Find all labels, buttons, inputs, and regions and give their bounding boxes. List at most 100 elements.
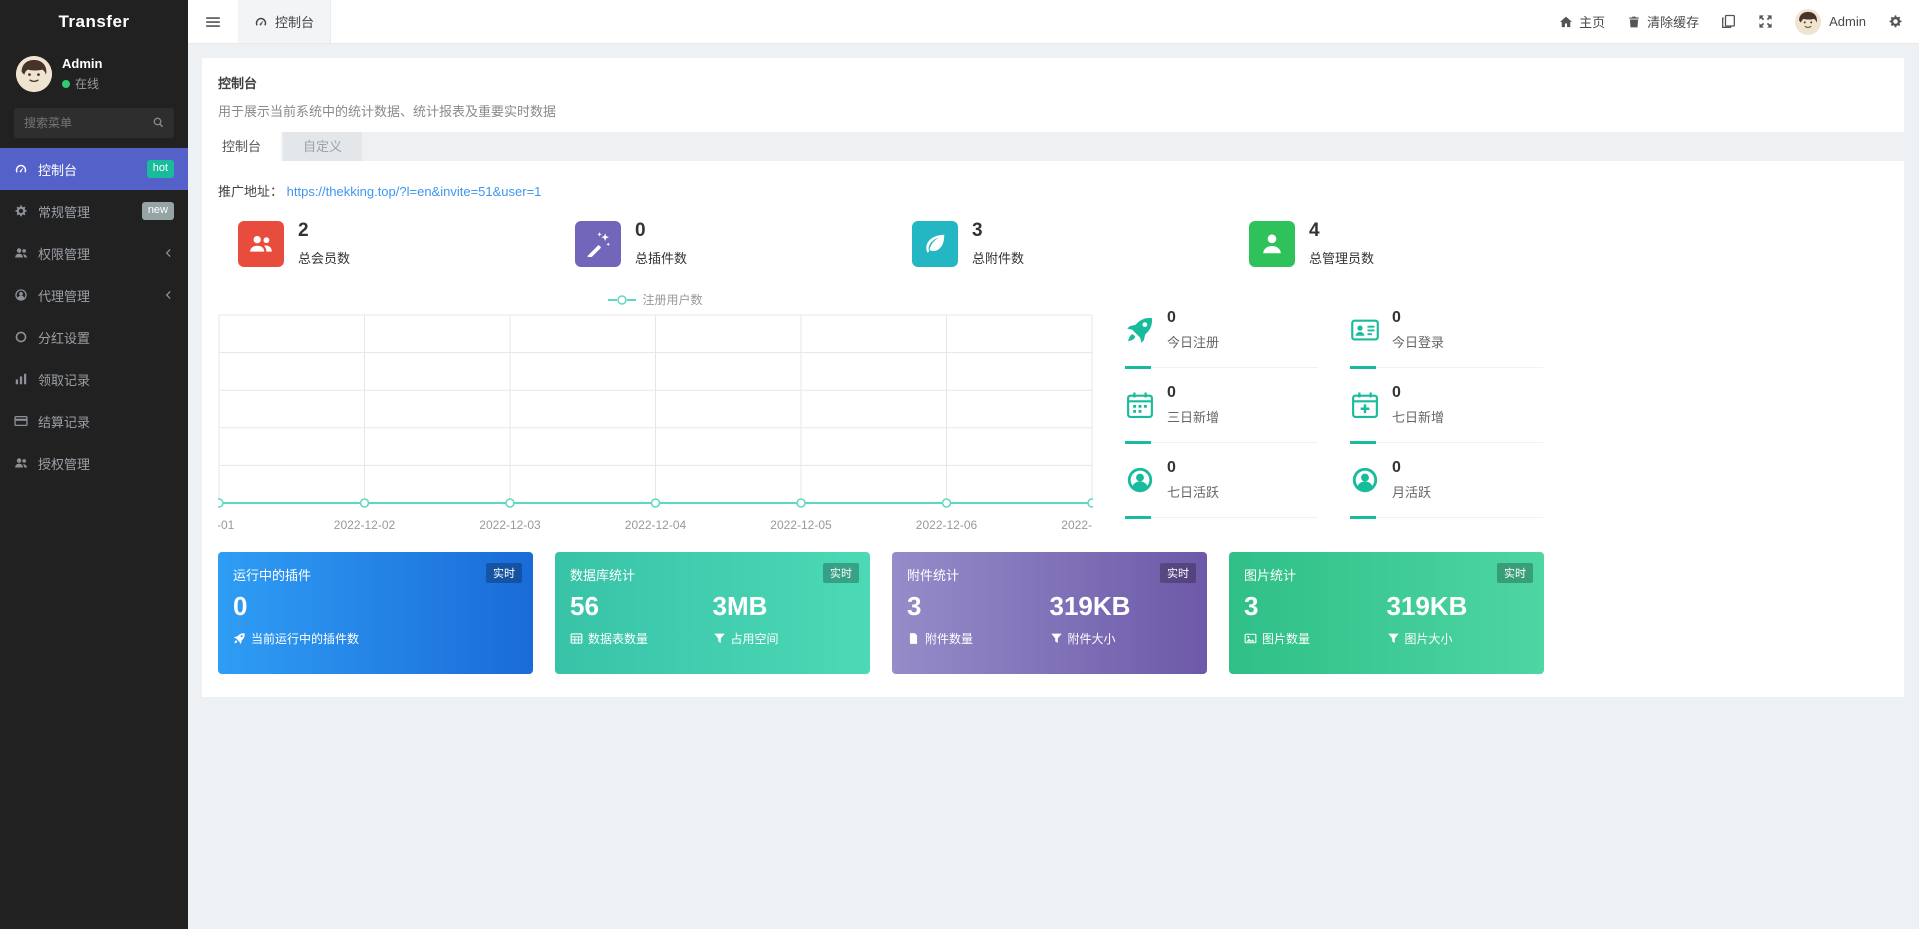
legend-marker-icon <box>608 294 637 305</box>
mini-stat-value: 0 <box>1392 384 1401 401</box>
x-axis-labels: 12-01 2022-12-02 2022-12-03 2022-12-04 2022-… <box>218 518 1093 534</box>
sidebar-item-agent[interactable]: 代理管理 <box>0 274 188 316</box>
card-item-label: 附件大小 <box>1067 631 1116 646</box>
id-card-icon <box>1350 315 1380 345</box>
mini-stat-label: 三日新增 <box>1167 410 1220 425</box>
realtime-badge: 实时 <box>1497 563 1533 583</box>
filter-icon <box>1050 632 1063 645</box>
avatar-image <box>1795 8 1822 35</box>
mini-stat-label: 今日登录 <box>1392 335 1445 350</box>
card-item-label: 图片数量 <box>1262 631 1311 646</box>
sidebar-item-settlement-records[interactable]: 结算记录 <box>0 400 188 442</box>
hamburger-icon <box>205 14 221 30</box>
card-item-label: 当前运行中的插件数 <box>251 631 360 646</box>
sidebar-item-label: 分红设置 <box>38 330 91 346</box>
card-value: 3 <box>907 591 922 621</box>
promo-link[interactable]: https://thekking.top/?l=en&invite=51&use… <box>287 184 542 199</box>
promo-label: 推广地址： <box>218 184 284 199</box>
stat-value: 2 <box>298 220 309 241</box>
x-axis-label: 2022-12-02 <box>333 518 396 532</box>
mini-stat-today-login: 0 今日登录 <box>1350 293 1543 369</box>
stat-value: 3 <box>972 220 983 241</box>
avatar-image <box>16 56 52 92</box>
stat-total-plugins: 0 总插件数 <box>555 220 892 267</box>
sidebar-item-label: 代理管理 <box>38 288 91 304</box>
stat-total-members: 2 总会员数 <box>218 220 555 267</box>
sidebar-item-general[interactable]: 常规管理 new <box>0 190 188 232</box>
promo-row: 推广地址： https://thekking.top/?l=en&invite=… <box>218 181 1888 200</box>
stat-label: 总会员数 <box>298 251 351 266</box>
mini-stat-value: 0 <box>1167 459 1176 476</box>
mini-stat-label: 今日注册 <box>1167 335 1220 350</box>
menu-toggle-button[interactable] <box>188 0 238 43</box>
sidebar-item-permission[interactable]: 权限管理 <box>0 232 188 274</box>
sidebar-item-label: 领取记录 <box>38 372 91 388</box>
stat-value: 0 <box>635 220 646 241</box>
sidebar-user-block[interactable]: Admin 在线 <box>0 44 188 100</box>
sidebar: Transfer Admin 在线 控制台 hot 常规管理 new 权限管理 … <box>0 0 188 929</box>
panel-content: 推广地址： https://thekking.top/?l=en&invite=… <box>202 161 1904 688</box>
card-value: 56 <box>570 591 599 621</box>
chart-legend[interactable]: 注册用户数 <box>218 291 1093 308</box>
copy-page-button[interactable] <box>1721 14 1736 29</box>
clear-cache-button[interactable]: 清除缓存 <box>1627 12 1699 31</box>
hot-badge: hot <box>146 160 174 178</box>
card-title: 附件统计 <box>907 568 960 583</box>
card-title: 图片统计 <box>1244 568 1297 583</box>
stat-label: 总管理员数 <box>1309 251 1375 266</box>
realtime-badge: 实时 <box>486 563 522 583</box>
chevron-left-icon <box>162 247 174 259</box>
x-axis-label: 2022-12-05 <box>770 518 832 532</box>
summary-cards-row: 运行中的插件 实时 0 当前运行中的插件数 数据库统计 实时 56 数据表数量 <box>218 552 1888 674</box>
settings-button[interactable] <box>1888 14 1903 29</box>
sidebar-item-label: 授权管理 <box>38 456 91 472</box>
home-button[interactable]: 主页 <box>1559 12 1605 31</box>
filter-icon <box>1387 632 1400 645</box>
card-value: 319KB <box>1386 591 1468 621</box>
users-icon <box>14 456 28 470</box>
brand-title: Transfer <box>58 12 130 31</box>
card-title: 数据库统计 <box>570 568 636 583</box>
card-value: 0 <box>233 591 248 621</box>
sidebar-item-label: 权限管理 <box>38 246 91 262</box>
fullscreen-button[interactable] <box>1758 14 1773 29</box>
card-item-label: 数据表数量 <box>588 631 649 646</box>
user-circle-icon <box>1125 465 1155 495</box>
registered-users-chart: 注册用户数 12-01 2022-12-02 2022-12-03 2022-12-0… <box>218 291 1093 536</box>
mini-stat-value: 0 <box>1392 459 1401 476</box>
users-group-icon <box>238 220 284 267</box>
tab-dashboard[interactable]: 控制台 <box>202 132 282 161</box>
mini-stat-value: 0 <box>1167 384 1176 401</box>
sidebar-item-dividend[interactable]: 分红设置 <box>0 316 188 358</box>
sidebar-item-claim-records[interactable]: 领取记录 <box>0 358 188 400</box>
agent-icon <box>14 288 28 302</box>
legend-label: 注册用户数 <box>642 293 703 307</box>
realtime-badge: 实时 <box>1160 563 1196 583</box>
card-database-stats: 数据库统计 实时 56 数据表数量 3MB 占用空间 <box>555 552 870 674</box>
card-title: 运行中的插件 <box>233 568 312 583</box>
sidebar-item-authorization[interactable]: 授权管理 <box>0 442 188 484</box>
search-icon <box>152 116 165 129</box>
topbar-user-menu[interactable]: Admin <box>1795 8 1866 35</box>
realtime-badge: 实时 <box>823 563 859 583</box>
chart-svg <box>218 314 1093 508</box>
topbar-tab-dashboard[interactable]: 控制台 <box>238 0 332 43</box>
stat-total-admins: 4 总管理员数 <box>1229 220 1566 267</box>
calendar-plus-icon <box>1350 390 1380 420</box>
user-avatar <box>1795 8 1822 35</box>
tab-custom[interactable]: 自定义 <box>283 132 363 161</box>
user-icon <box>1249 220 1295 267</box>
user-name: Admin <box>62 56 103 71</box>
menu-search-input[interactable] <box>14 108 174 138</box>
x-axis-label: 2022-12-07 <box>1061 518 1093 532</box>
topbar-tab-label: 控制台 <box>275 15 315 30</box>
card-attachment-stats: 附件统计 实时 3 附件数量 319KB 附件大小 <box>892 552 1207 674</box>
panel-header: 控制台 用于展示当前系统中的统计数据、统计报表及重要实时数据 <box>202 58 1904 132</box>
table-icon <box>570 632 583 645</box>
sidebar-item-dashboard[interactable]: 控制台 hot <box>0 148 188 190</box>
user-avatar <box>16 56 52 92</box>
topbar-right: 主页 清除缓存 Admin <box>1559 8 1919 35</box>
dashboard-icon <box>254 15 268 29</box>
dashboard-panel: 控制台 用于展示当前系统中的统计数据、统计报表及重要实时数据 控制台 自定义 推… <box>202 58 1904 697</box>
mini-stat-seven-day-active: 0 七日活跃 <box>1125 443 1318 519</box>
